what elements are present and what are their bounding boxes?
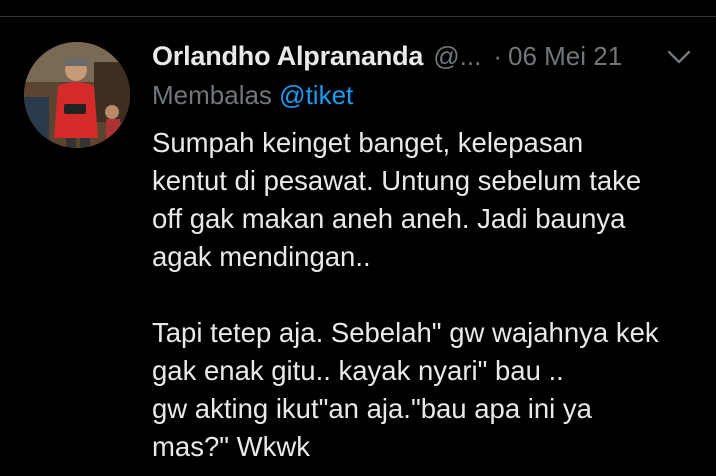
top-divider xyxy=(0,16,716,17)
more-button[interactable] xyxy=(664,46,694,68)
separator-dot: · xyxy=(493,40,502,71)
tweet-header: Orlandho Alprananda @... · 06 Mei 21 xyxy=(152,38,692,74)
display-name[interactable]: Orlandho Alprananda xyxy=(152,41,423,72)
reply-mention-link[interactable]: @tiket xyxy=(279,80,353,110)
tweet-text: Sumpah keinget banget, kelepasan kentut … xyxy=(152,127,659,462)
tweet-date[interactable]: 06 Mei 21 xyxy=(508,41,622,72)
user-handle[interactable]: @... xyxy=(433,41,481,72)
avatar-image xyxy=(24,42,130,148)
reply-context: Membalas @tiket xyxy=(152,80,353,111)
chevron-down-icon xyxy=(667,50,691,64)
avatar[interactable] xyxy=(24,42,130,148)
reply-prefix: Membalas xyxy=(152,80,272,110)
